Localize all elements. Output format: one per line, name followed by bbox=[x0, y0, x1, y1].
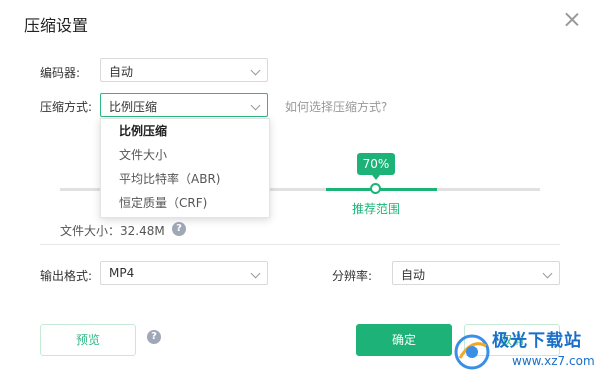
preview-button[interactable]: 预览 bbox=[40, 324, 136, 356]
output-format-select[interactable]: MP4 bbox=[100, 261, 268, 285]
dialog-title: 压缩设置 bbox=[24, 16, 89, 35]
chevron-down-icon bbox=[250, 65, 261, 76]
recommended-range-label: 推荐范围 bbox=[352, 202, 401, 216]
recommended-range-bar bbox=[326, 188, 437, 191]
compress-mode-dropdown: 比例压缩 文件大小 平均比特率（ABR) 恒定质量（CRF) bbox=[100, 118, 270, 218]
encoder-label: 编码器: bbox=[40, 66, 81, 80]
ok-button[interactable]: 确定 bbox=[356, 324, 452, 356]
dialog-titlebar: 压缩设置 bbox=[0, 0, 600, 44]
output-format-value: MP4 bbox=[109, 266, 135, 280]
compress-mode-label: 压缩方式: bbox=[40, 100, 93, 114]
resolution-select[interactable]: 自动 bbox=[392, 261, 560, 285]
ratio-slider-handle[interactable] bbox=[370, 183, 381, 194]
resolution-label: 分辨率: bbox=[332, 269, 373, 283]
compress-settings-dialog: 压缩设置 编码器: 自动 压缩方式: 比例压缩 如何选择压缩方式? 比例压缩 文… bbox=[0, 0, 600, 380]
question-icon[interactable]: ? bbox=[147, 330, 161, 344]
cancel-button[interactable]: 取消 bbox=[464, 324, 560, 356]
ratio-percent-tooltip: 70% bbox=[357, 153, 395, 180]
dropdown-option-ratio[interactable]: 比例压缩 bbox=[101, 119, 269, 143]
compress-mode-help-link[interactable]: 如何选择压缩方式? bbox=[285, 98, 387, 115]
close-icon[interactable] bbox=[562, 10, 582, 30]
dropdown-option-abr[interactable]: 平均比特率（ABR) bbox=[101, 167, 269, 191]
chevron-down-icon bbox=[250, 100, 261, 111]
dropdown-option-file-size[interactable]: 文件大小 bbox=[101, 143, 269, 167]
chevron-down-icon bbox=[542, 268, 553, 279]
resolution-value: 自动 bbox=[401, 268, 426, 282]
compress-mode-value: 比例压缩 bbox=[109, 100, 158, 114]
chevron-down-icon bbox=[250, 268, 261, 279]
output-format-label: 输出格式: bbox=[40, 269, 93, 283]
dropdown-option-crf[interactable]: 恒定质量（CRF) bbox=[101, 191, 269, 215]
compress-mode-select[interactable]: 比例压缩 bbox=[100, 93, 268, 117]
encoder-value: 自动 bbox=[109, 65, 134, 79]
question-icon[interactable]: ? bbox=[172, 222, 186, 236]
divider bbox=[40, 244, 560, 245]
encoder-select[interactable]: 自动 bbox=[100, 58, 268, 82]
file-size-text: 文件大小：32.48M bbox=[60, 224, 165, 238]
watermark-url: www.xz7.com bbox=[512, 354, 595, 368]
